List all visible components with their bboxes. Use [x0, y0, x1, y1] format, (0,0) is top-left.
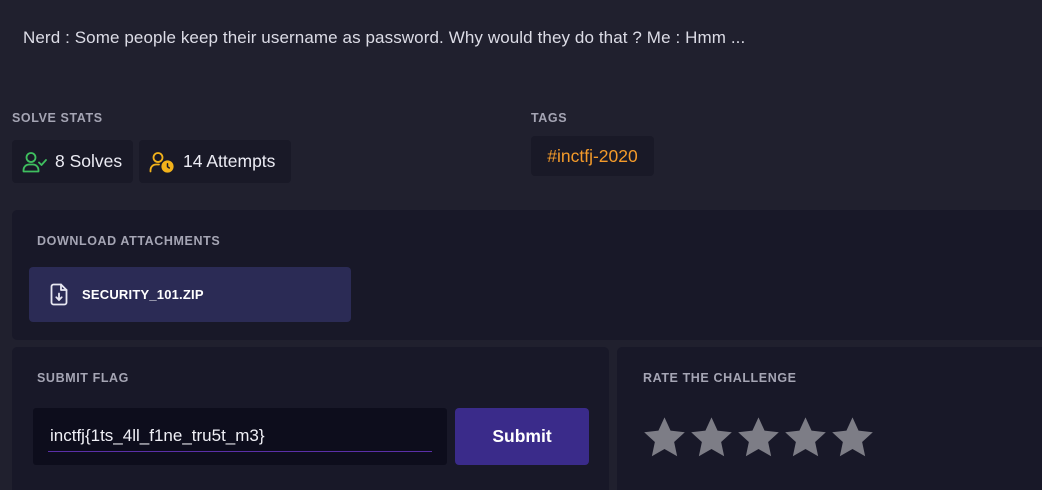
- solves-count: 8 Solves: [55, 151, 123, 171]
- attempts-stat: 14 Attempts: [139, 140, 291, 183]
- submit-flag-button[interactable]: Submit: [455, 408, 589, 465]
- challenge-page: Nerd : Some people keep their username a…: [0, 0, 1042, 490]
- rating-label: RATE THE CHALLENGE: [643, 371, 797, 385]
- star-icon[interactable]: [831, 416, 874, 457]
- star-icon[interactable]: [784, 416, 827, 457]
- attachment-filename: SECURITY_101.ZIP: [82, 287, 204, 302]
- tags-label: TAGS: [531, 111, 568, 125]
- flag-input[interactable]: [48, 420, 432, 452]
- star-icon[interactable]: [643, 416, 686, 457]
- tag-inctfj-2020[interactable]: #inctfj-2020: [531, 136, 654, 176]
- challenge-description: Nerd : Some people keep their username a…: [23, 28, 746, 47]
- star-icon[interactable]: [737, 416, 780, 457]
- user-check-icon: [22, 151, 47, 173]
- attempts-count: 14 Attempts: [183, 151, 276, 171]
- star-icon[interactable]: [690, 416, 733, 457]
- file-download-icon: [50, 283, 68, 306]
- download-attachment-button[interactable]: SECURITY_101.ZIP: [29, 267, 351, 322]
- solves-stat: 8 Solves: [12, 140, 133, 183]
- solve-stats-label: SOLVE STATS: [12, 111, 103, 125]
- flag-input-container: [33, 408, 447, 465]
- submit-flag-label: SUBMIT FLAG: [37, 371, 130, 385]
- user-clock-icon: [149, 151, 175, 173]
- star-rating: [643, 416, 874, 457]
- attachments-label: DOWNLOAD ATTACHMENTS: [37, 234, 221, 248]
